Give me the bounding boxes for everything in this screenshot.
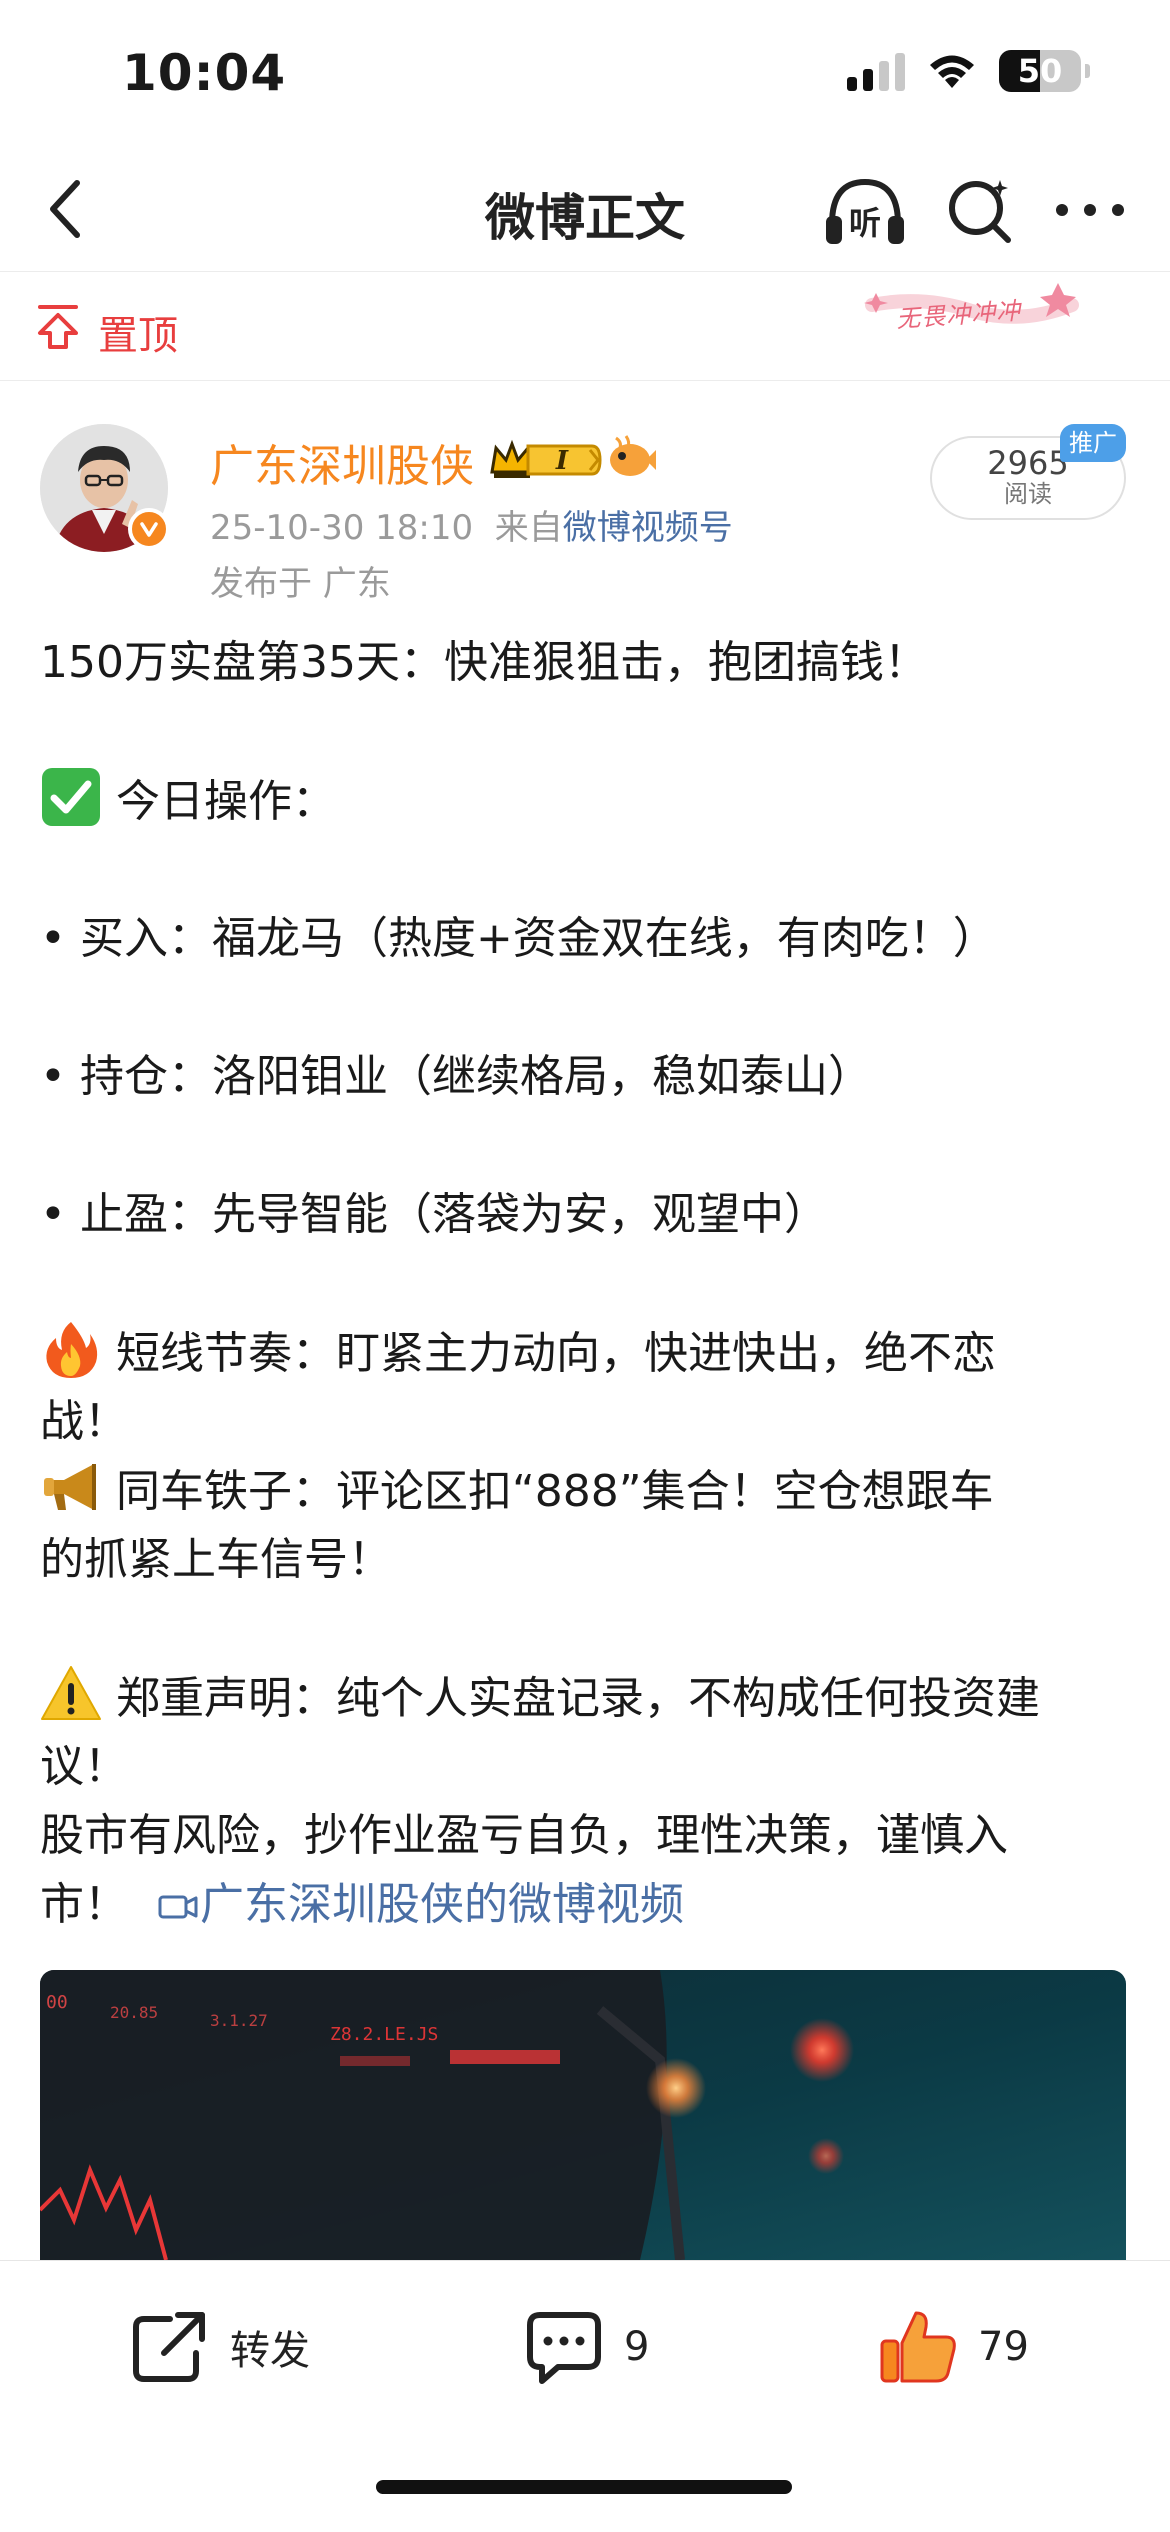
vip-crown-badge-icon[interactable]: I bbox=[488, 436, 604, 484]
battery-tip bbox=[1085, 64, 1090, 78]
ticker-label-4: Z8.2.LE.JS bbox=[330, 2024, 438, 2045]
video-link[interactable]: 广东深圳股侠的微博视频 bbox=[128, 1879, 684, 1930]
check-mark-icon bbox=[42, 768, 100, 826]
stock-chart-photo: 00 20.85 3.1.27 Z8.2.LE.JS bbox=[40, 1970, 1126, 2260]
post-title-line: 150万实盘第35天：快准狠狙击，抱团搞钱！ bbox=[40, 637, 928, 688]
repost-label: 转发 bbox=[230, 2328, 310, 2374]
megaphone-icon bbox=[44, 1464, 96, 1510]
pinned-banner: 置顶 无畏冲冲冲 bbox=[0, 273, 1170, 381]
hold-line: • 持仓：洛阳钼业（继续格局，稳如泰山） bbox=[40, 1051, 872, 1102]
crew-line: 同车铁子：评论区扣“888”集合！空仓想跟车 bbox=[40, 1456, 1130, 1525]
source-link[interactable]: 微博视频号 bbox=[563, 508, 733, 548]
ticker-label-1: 00 bbox=[46, 1992, 68, 2013]
post-image[interactable]: 00 20.85 3.1.27 Z8.2.LE.JS bbox=[40, 1970, 1126, 2260]
rhythm-text-b: 战！ bbox=[40, 1396, 128, 1447]
post-body: 150万实盘第35天：快准狠狙击，抱团搞钱！ 今日操作： • 买入：福龙马（热度… bbox=[40, 628, 1130, 1939]
comment-icon bbox=[527, 2312, 601, 2384]
more-button[interactable] bbox=[1052, 180, 1128, 240]
buy-line: • 买入：福龙马（热度+资金双在线，有肉吃！） bbox=[40, 913, 997, 964]
status-time: 10:04 bbox=[122, 44, 287, 102]
promo-tag: 推广 bbox=[1060, 424, 1126, 462]
battery-percent: 50 bbox=[1017, 52, 1063, 90]
fire-icon bbox=[46, 1322, 98, 1378]
like-button[interactable]: 79 bbox=[878, 2307, 1029, 2387]
cellular-signal-icon bbox=[847, 51, 905, 91]
risk-text-a: 股市有风险，抄作业盈亏自负，理性决策，谨慎入 bbox=[40, 1810, 1008, 1861]
post-timestamp: 25-10-30 18:10 bbox=[210, 508, 474, 548]
status-bar: 10:04 50 bbox=[0, 0, 1170, 150]
post-meta: 25-10-30 18:10 来自微博视频号 bbox=[210, 500, 733, 549]
video-link-text: 广东深圳股侠的微博视频 bbox=[200, 1879, 684, 1930]
ops-heading: 今日操作： bbox=[116, 776, 336, 827]
comment-button[interactable]: 9 bbox=[524, 2307, 649, 2387]
search-icon bbox=[949, 180, 1011, 243]
source-prefix: 来自 bbox=[494, 508, 563, 548]
nav-bar: 微博正文 听 bbox=[0, 150, 1170, 272]
risk-line: 市！ 广东深圳股侠的微博视频 bbox=[40, 1870, 1130, 1939]
listen-text: 听 bbox=[849, 204, 881, 242]
sell-line: • 止盈：先导智能（落袋为安，观望中） bbox=[40, 1189, 828, 1240]
verified-badge-icon bbox=[128, 508, 170, 550]
crew-text-a: 同车铁子：评论区扣“888”集合！空仓想跟车 bbox=[116, 1466, 994, 1517]
listen-button[interactable]: 听 bbox=[822, 172, 908, 252]
comment-count: 9 bbox=[624, 2324, 650, 2370]
warning-icon bbox=[41, 1666, 101, 1720]
crew-text-b: 的抓紧上车信号！ bbox=[40, 1534, 392, 1585]
repost-button[interactable]: 转发 bbox=[130, 2307, 310, 2387]
video-camera-icon bbox=[158, 1895, 198, 1919]
thumbs-up-icon bbox=[880, 2311, 956, 2383]
pin-top-icon bbox=[38, 305, 78, 349]
home-indicator bbox=[376, 2480, 792, 2494]
battery-icon: 50 bbox=[999, 50, 1081, 92]
pin-label: 置顶 bbox=[98, 313, 178, 359]
rhythm-line: 短线节奏：盯紧主力动向，快进快出，绝不恋 bbox=[40, 1318, 1130, 1387]
author-name[interactable]: 广东深圳股侠 bbox=[210, 430, 474, 494]
like-count: 79 bbox=[978, 2324, 1029, 2370]
headphones-icon: 听 bbox=[826, 178, 904, 244]
risk-text-b: 市！ bbox=[40, 1879, 128, 1930]
fish-badge-icon[interactable] bbox=[606, 432, 658, 484]
disclaimer-text-a: 郑重声明：纯个人实盘记录，不构成任何投资建 bbox=[116, 1673, 1040, 1724]
ticker-label-2: 20.85 bbox=[110, 2003, 158, 2022]
rhythm-text-a: 短线节奏：盯紧主力动向，快进快出，绝不恋 bbox=[116, 1328, 996, 1379]
read-label: 阅读 bbox=[1004, 480, 1052, 508]
wifi-icon bbox=[930, 55, 974, 88]
ticker-label-3: 3.1.27 bbox=[210, 2011, 268, 2030]
more-dots-icon bbox=[1056, 204, 1124, 216]
vip-level: I bbox=[555, 446, 569, 476]
share-icon bbox=[133, 2312, 205, 2382]
post-location: 发布于 广东 bbox=[210, 564, 391, 604]
disclaimer-line: 郑重声明：纯个人实盘记录，不构成任何投资建 bbox=[40, 1663, 1130, 1732]
search-button[interactable] bbox=[944, 174, 1016, 246]
disclaimer-text-b: 议！ bbox=[40, 1741, 128, 1792]
ops-heading-line: 今日操作： bbox=[40, 766, 1130, 835]
status-icons: 50 bbox=[847, 50, 1090, 92]
